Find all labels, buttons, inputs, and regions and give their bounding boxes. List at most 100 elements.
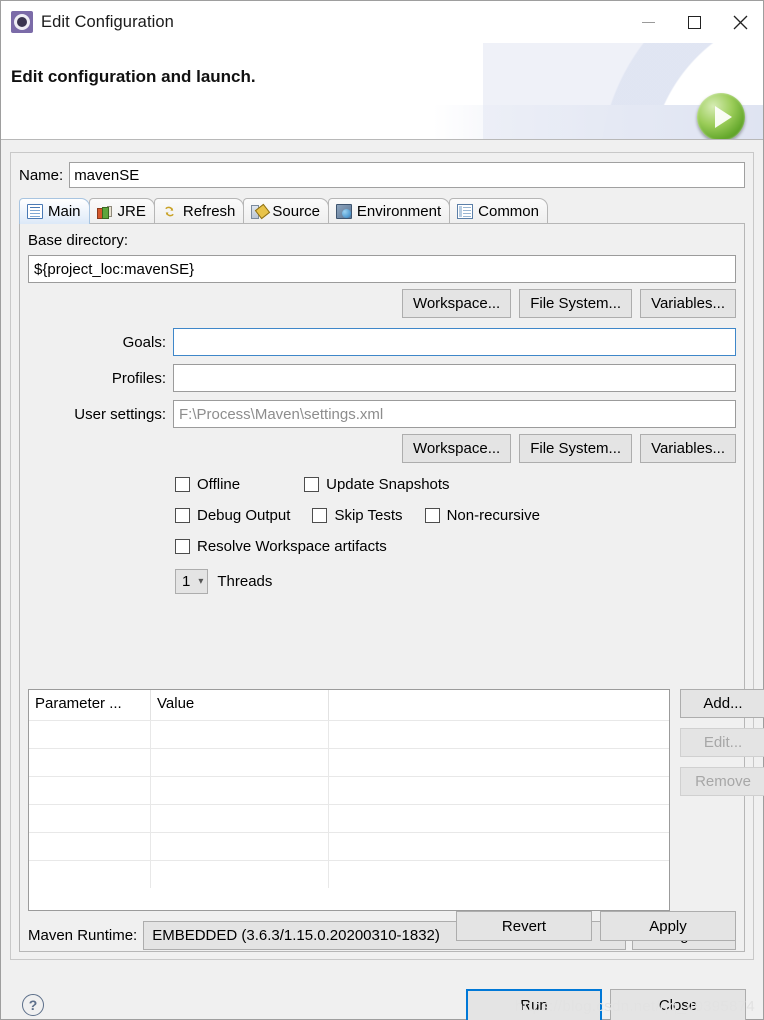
source-pencil-icon [251, 204, 267, 219]
table-row[interactable] [29, 776, 669, 804]
help-icon[interactable]: ? [22, 994, 44, 1016]
tab-environment-label: Environment [356, 203, 442, 220]
non-recursive-label: Non-recursive [446, 507, 540, 524]
maven-runtime-value: EMBEDDED (3.6.3/1.15.0.20200310-1832) [152, 927, 440, 944]
base-directory-label: Base directory: [28, 232, 129, 249]
table-row[interactable] [29, 804, 669, 832]
name-input[interactable] [69, 162, 745, 188]
dialog-footer: ? Run Close [10, 972, 754, 1020]
skip-tests-label: Skip Tests [334, 507, 403, 524]
tab-refresh-label: Refresh [182, 203, 236, 220]
tab-strip: Main JRE Refresh Source Environment Comm… [19, 197, 745, 224]
revert-apply-row: Revert Apply [456, 911, 736, 941]
tab-source-label: Source [272, 203, 320, 220]
tab-common-label: Common [478, 203, 539, 220]
threads-row: 1 ▾ Threads [175, 569, 272, 594]
user-settings-input[interactable] [173, 400, 736, 428]
profiles-input[interactable] [173, 364, 736, 392]
debug-output-label: Debug Output [197, 507, 291, 524]
name-label: Name: [19, 166, 64, 184]
threads-value: 1 [182, 573, 191, 590]
checkbox-row-3: Resolve Workspace artifacts [175, 538, 387, 558]
environment-icon [335, 204, 352, 219]
edit-parameter-button: Edit... [680, 728, 764, 757]
checkbox-row-1: Offline Update Snapshots [175, 476, 450, 496]
workspace-button-2[interactable]: Workspace... [401, 434, 512, 463]
offline-checkbox[interactable]: Offline [175, 476, 240, 493]
file-system-button[interactable]: File System... [519, 289, 633, 318]
workspace-button[interactable]: Workspace... [401, 289, 512, 318]
main-tab-panel: Base directory: Workspace... File System… [19, 223, 764, 952]
footer-buttons: Run Close [466, 988, 746, 1020]
checkbox-box [175, 539, 190, 554]
window-controls [625, 1, 763, 43]
profiles-label: Profiles: [111, 369, 166, 387]
tab-environment[interactable]: Environment [327, 198, 451, 224]
checkbox-box [424, 508, 440, 523]
parameter-action-buttons: Add... Edit... Remove [680, 689, 764, 806]
resolve-workspace-artifacts-checkbox[interactable]: Resolve Workspace artifacts [175, 538, 387, 555]
maven-runtime-label: Maven Runtime: [28, 927, 138, 944]
common-list-icon [457, 204, 474, 219]
tab-jre-label: JRE [117, 203, 146, 220]
gear-icon [11, 11, 33, 33]
variables-button-2[interactable]: Variables... [640, 434, 736, 463]
tab-main-label: Main [48, 203, 81, 220]
table-row[interactable] [29, 860, 669, 888]
maximize-button[interactable] [671, 1, 717, 43]
apply-button[interactable]: Apply [600, 911, 736, 941]
goals-label: Goals: [122, 333, 166, 351]
column-header-parameter[interactable]: Parameter ... [29, 690, 151, 720]
table-row[interactable] [29, 748, 669, 776]
threads-dropdown[interactable]: 1 ▾ [175, 569, 209, 594]
checkbox-box [175, 508, 190, 523]
non-recursive-checkbox[interactable]: Non-recursive [424, 507, 540, 524]
variables-button[interactable]: Variables... [640, 289, 736, 318]
file-system-button-2[interactable]: File System... [519, 434, 633, 463]
column-header-value[interactable]: Value [151, 690, 329, 720]
checkbox-box [304, 477, 320, 492]
minimize-button[interactable] [625, 1, 671, 43]
window-title: Edit Configuration [41, 12, 174, 31]
checkbox-row-2: Debug Output Skip Tests Non-recursive [175, 507, 540, 527]
threads-label: Threads [217, 573, 273, 590]
tab-source[interactable]: Source [243, 198, 329, 224]
offline-label: Offline [197, 476, 241, 493]
tab-main[interactable]: Main [19, 198, 90, 224]
skip-tests-checkbox[interactable]: Skip Tests [312, 507, 403, 524]
table-header-row: Parameter ... Value [29, 690, 669, 720]
column-header-extra[interactable] [329, 690, 669, 720]
profiles-row: Profiles: [28, 364, 736, 392]
banner-heading: Edit configuration and launch. [11, 67, 256, 86]
remove-parameter-button: Remove [680, 767, 764, 796]
tab-common[interactable]: Common [449, 198, 548, 224]
checkbox-box [175, 477, 190, 492]
jre-books-icon [96, 204, 113, 219]
configuration-group: Name: Main JRE [10, 152, 764, 960]
update-snapshots-checkbox[interactable]: Update Snapshots [304, 476, 450, 493]
user-settings-buttons: Workspace... File System... Variables... [401, 434, 736, 463]
revert-button[interactable]: Revert [456, 911, 592, 941]
goals-input[interactable] [173, 328, 736, 356]
add-parameter-button[interactable]: Add... [680, 689, 764, 718]
close-icon[interactable] [717, 1, 763, 43]
close-button[interactable]: Close [610, 988, 746, 1020]
update-snapshots-label: Update Snapshots [326, 476, 450, 493]
goals-row: Goals: [28, 328, 736, 356]
tab-jre[interactable]: JRE [88, 198, 155, 224]
resolve-workspace-artifacts-label: Resolve Workspace artifacts [197, 538, 387, 555]
debug-output-checkbox[interactable]: Debug Output [175, 507, 290, 524]
table-row[interactable] [29, 720, 669, 748]
parameters-table[interactable]: Parameter ... Value [28, 689, 670, 911]
base-directory-input[interactable] [28, 255, 736, 283]
title-bar: Edit Configuration [1, 1, 763, 43]
refresh-arrows-icon [162, 204, 178, 219]
main-document-icon [27, 204, 43, 219]
tab-refresh[interactable]: Refresh [153, 198, 245, 224]
dialog-body: Name: Main JRE [1, 140, 764, 1020]
run-button[interactable]: Run [466, 988, 602, 1020]
checkbox-box [312, 508, 328, 523]
table-row[interactable] [29, 832, 669, 860]
user-settings-label: User settings: [74, 405, 166, 423]
run-play-icon [697, 93, 745, 139]
